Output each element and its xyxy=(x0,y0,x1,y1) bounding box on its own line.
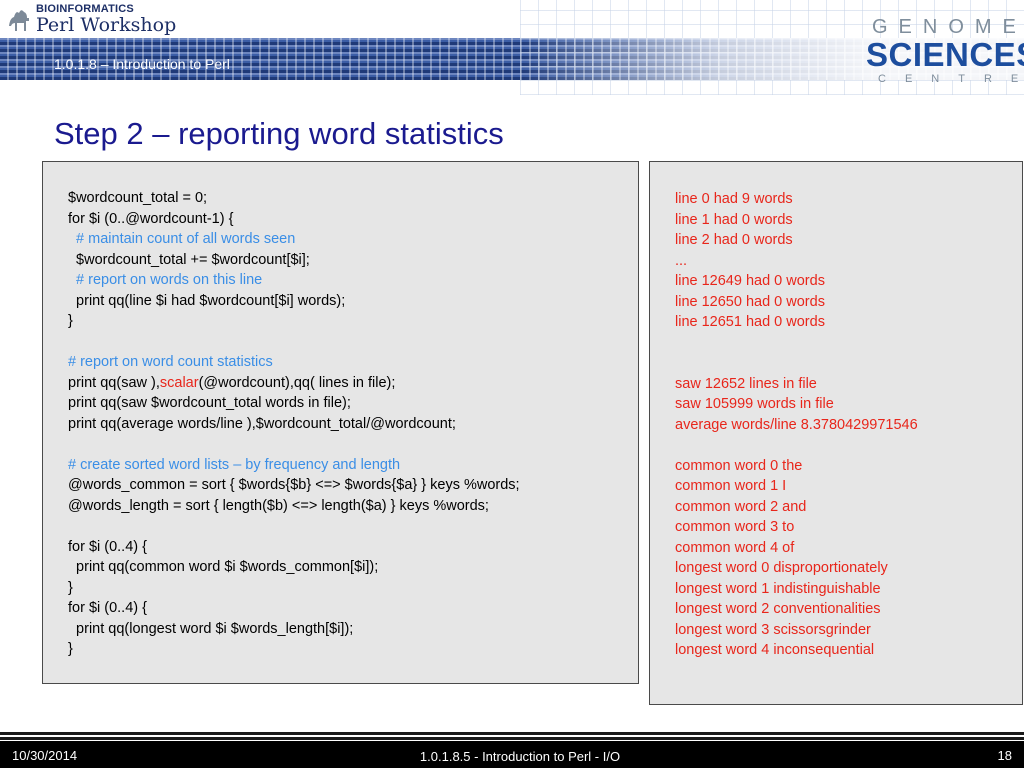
code-line: } xyxy=(68,639,520,660)
logo-main-text: Perl Workshop xyxy=(36,14,177,36)
code-text: print qq(longest word $i $words_length[$… xyxy=(68,620,354,637)
code-line: for $i (0..@wordcount-1) { xyxy=(68,209,520,230)
code-line: $wordcount_total = 0; xyxy=(68,188,520,209)
output-line: saw 12652 lines in file xyxy=(675,375,817,392)
code-comment-line: # maintain count of all words seen xyxy=(68,229,520,250)
page-number: 18 xyxy=(997,748,1012,763)
output-line: longest word 0 disproportionately xyxy=(675,560,888,576)
code-line: print qq(common word $i $words_common[$i… xyxy=(68,557,520,578)
header-banner: BIOINFORMATICS Perl Workshop 1.0.1.8 – I… xyxy=(0,0,1024,95)
code-text: (@wordcount),qq( lines in file); xyxy=(198,374,396,391)
footer-title: 1.0.1.8.5 - Introduction to Perl - I/O xyxy=(419,749,621,764)
code-text: print qq(saw ), xyxy=(68,374,160,391)
output-line: longest word 3 scissorsgrinder xyxy=(675,621,871,638)
code-line: $wordcount_total += $wordcount[$i]; xyxy=(68,250,520,271)
code-line: } xyxy=(68,311,520,332)
footer-bar: 10/30/2014 1.0.1.8.5 - Introduction to P… xyxy=(0,741,1024,768)
code-text: } xyxy=(68,579,73,596)
code-line: print qq(average words/line ),$wordcount… xyxy=(68,414,520,435)
output-line: line 12649 had 0 words xyxy=(675,273,825,289)
output-line: line 1 had 0 words xyxy=(675,211,793,228)
code-line: for $i (0..4) { xyxy=(68,598,520,619)
code-text: for $i (0..4) { xyxy=(68,538,147,555)
code-comment-line: # report on word count statistics xyxy=(68,352,520,373)
output-line: longest word 2 conventionalities xyxy=(675,601,881,617)
code-line: } xyxy=(68,578,520,599)
code-comment-line: # create sorted word lists – by frequenc… xyxy=(68,455,520,476)
output-line: average words/line 8.3780429971546 xyxy=(675,416,918,433)
output-line: ... xyxy=(675,252,688,269)
footer-rule xyxy=(0,732,1024,735)
code-line: print qq(saw $wordcount_total words in f… xyxy=(68,393,520,414)
output-line: common word 1 I xyxy=(675,478,787,494)
code-line: @words_common = sort { $words{$b} <=> $w… xyxy=(68,475,520,496)
gsc-line1: GENOME xyxy=(872,16,1024,38)
code-text: $wordcount_total = 0; xyxy=(68,190,208,206)
gsc-line3: CENTRE xyxy=(878,73,1024,85)
code-line: print qq(line $i had $wordcount[$i] word… xyxy=(68,291,520,312)
code-text: for $i (0..4) { xyxy=(68,600,147,616)
output-line: common word 2 and xyxy=(675,498,807,515)
footer-rule-2 xyxy=(0,737,1024,740)
code-text: } xyxy=(68,641,73,657)
code-text: print qq(line $i had $wordcount[$i] word… xyxy=(68,292,346,309)
code-text: # maintain count of all words seen xyxy=(68,231,296,247)
code-text: # create sorted word lists – by frequenc… xyxy=(68,456,401,473)
output-panel: line 0 had 9 words line 1 had 0 words line… xyxy=(649,161,1023,705)
output-line: common word 0 the xyxy=(675,457,803,474)
output-line: common word 4 of xyxy=(675,539,795,556)
code-keyword: scalar xyxy=(159,374,199,391)
gsc-line2: SCIENCES xyxy=(866,36,1024,73)
code-text: # report on word count statistics xyxy=(68,354,273,370)
output-line: common word 3 to xyxy=(675,519,795,535)
code-text: } xyxy=(68,313,73,329)
code-text: $wordcount_total += $wordcount[$i]; xyxy=(68,251,310,268)
camel-logo-icon xyxy=(9,10,29,32)
code-text: for $i (0..@wordcount-1) { xyxy=(68,210,234,227)
code-comment-line: # report on words on this line xyxy=(68,270,520,291)
output-line: saw 105999 words in file xyxy=(675,396,834,412)
genome-sciences-centre-logo: GENOME SCIENCES CENTRE xyxy=(866,16,1024,86)
code-line: print qq(saw ),scalar(@wordcount),qq( li… xyxy=(68,373,520,394)
code-text: print qq(average words/line ),$wordcount… xyxy=(68,415,456,432)
output-line: line 12650 had 0 words xyxy=(675,293,825,310)
output-line: longest word 4 inconsequential xyxy=(675,642,875,658)
code-text: @words_length = sort { length($b) <=> le… xyxy=(68,497,489,514)
output-line: line 2 had 0 words xyxy=(675,232,793,248)
output-line: line 12651 had 0 words xyxy=(675,314,825,330)
code-text: print qq(common word $i $words_common[$i… xyxy=(68,559,379,575)
slide-title: Step 2 – reporting word statistics xyxy=(54,116,504,151)
code-text: print qq(saw $wordcount_total words in f… xyxy=(68,395,351,411)
code-line: for $i (0..4) { xyxy=(68,537,520,558)
output-line: line 0 had 9 words xyxy=(675,191,793,207)
code-text: # report on words on this line xyxy=(68,272,263,288)
code-lines: $wordcount_total = 0; for $i (0..@wordcou… xyxy=(68,188,520,660)
output-lines: line 0 had 9 words line 1 had 0 words line… xyxy=(675,189,918,661)
output-line: longest word 1 indistinguishable xyxy=(675,580,881,597)
code-line: @words_length = sort { length($b) <=> le… xyxy=(68,496,520,517)
course-subtitle: 1.0.1.8 – Introduction to Perl xyxy=(54,56,230,72)
code-text: @words_common = sort { $words{$b} <=> $w… xyxy=(68,477,520,493)
code-panel: $wordcount_total = 0; for $i (0..@wordcou… xyxy=(42,161,639,684)
code-line: print qq(longest word $i $words_length[$… xyxy=(68,619,520,640)
